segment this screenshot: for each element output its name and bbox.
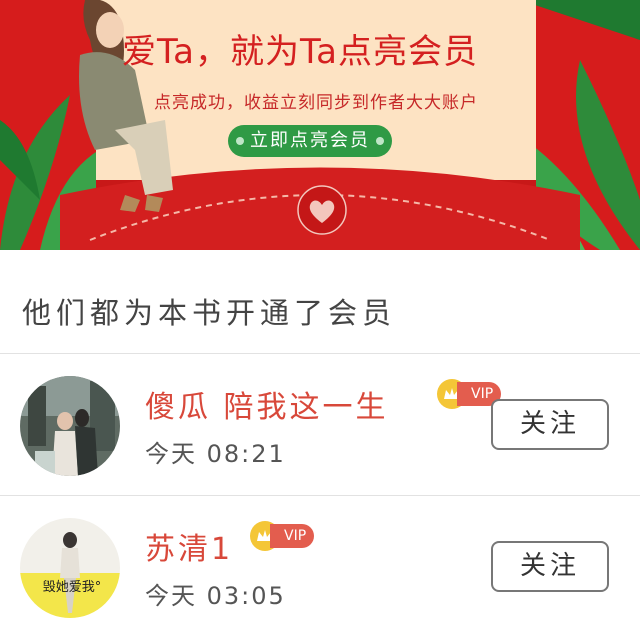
banner-headline: 爱Ta，就为Ta点亮会员 xyxy=(122,32,478,72)
avatar[interactable] xyxy=(20,518,120,618)
section-title: 他们都为本书开通了会员 xyxy=(22,296,397,330)
heart-seal-icon xyxy=(309,200,335,223)
follow-button[interactable]: 关注 xyxy=(491,541,609,592)
activate-membership-button[interactable]: 立即点亮会员 xyxy=(228,125,392,157)
member-name[interactable]: 苏清1 xyxy=(145,524,233,568)
member-row: 毁她爱我° 苏清1 VIP 今天 03:05 关注 xyxy=(0,496,640,634)
girl-photo-image xyxy=(20,518,120,618)
vip-label: VIP xyxy=(270,524,315,548)
member-name[interactable]: 傻瓜 陪我这一生 xyxy=(145,382,389,426)
couple-photo-image xyxy=(20,376,120,476)
join-time: 今天 03:05 xyxy=(145,582,286,610)
avatar[interactable] xyxy=(20,376,120,476)
member-row: 傻瓜 陪我这一生 VIP 今天 08:21 关注 xyxy=(0,354,640,494)
join-time: 今天 08:21 xyxy=(145,440,286,468)
banner-subline: 点亮成功，收益立刻同步到作者大大账户 xyxy=(154,93,478,113)
avatar-caption: 毁她爱我° xyxy=(42,580,102,595)
promo-banner[interactable]: 爱Ta，就为Ta点亮会员 点亮成功，收益立刻同步到作者大大账户 立即点亮会员 xyxy=(0,0,640,250)
follow-button[interactable]: 关注 xyxy=(491,399,609,450)
